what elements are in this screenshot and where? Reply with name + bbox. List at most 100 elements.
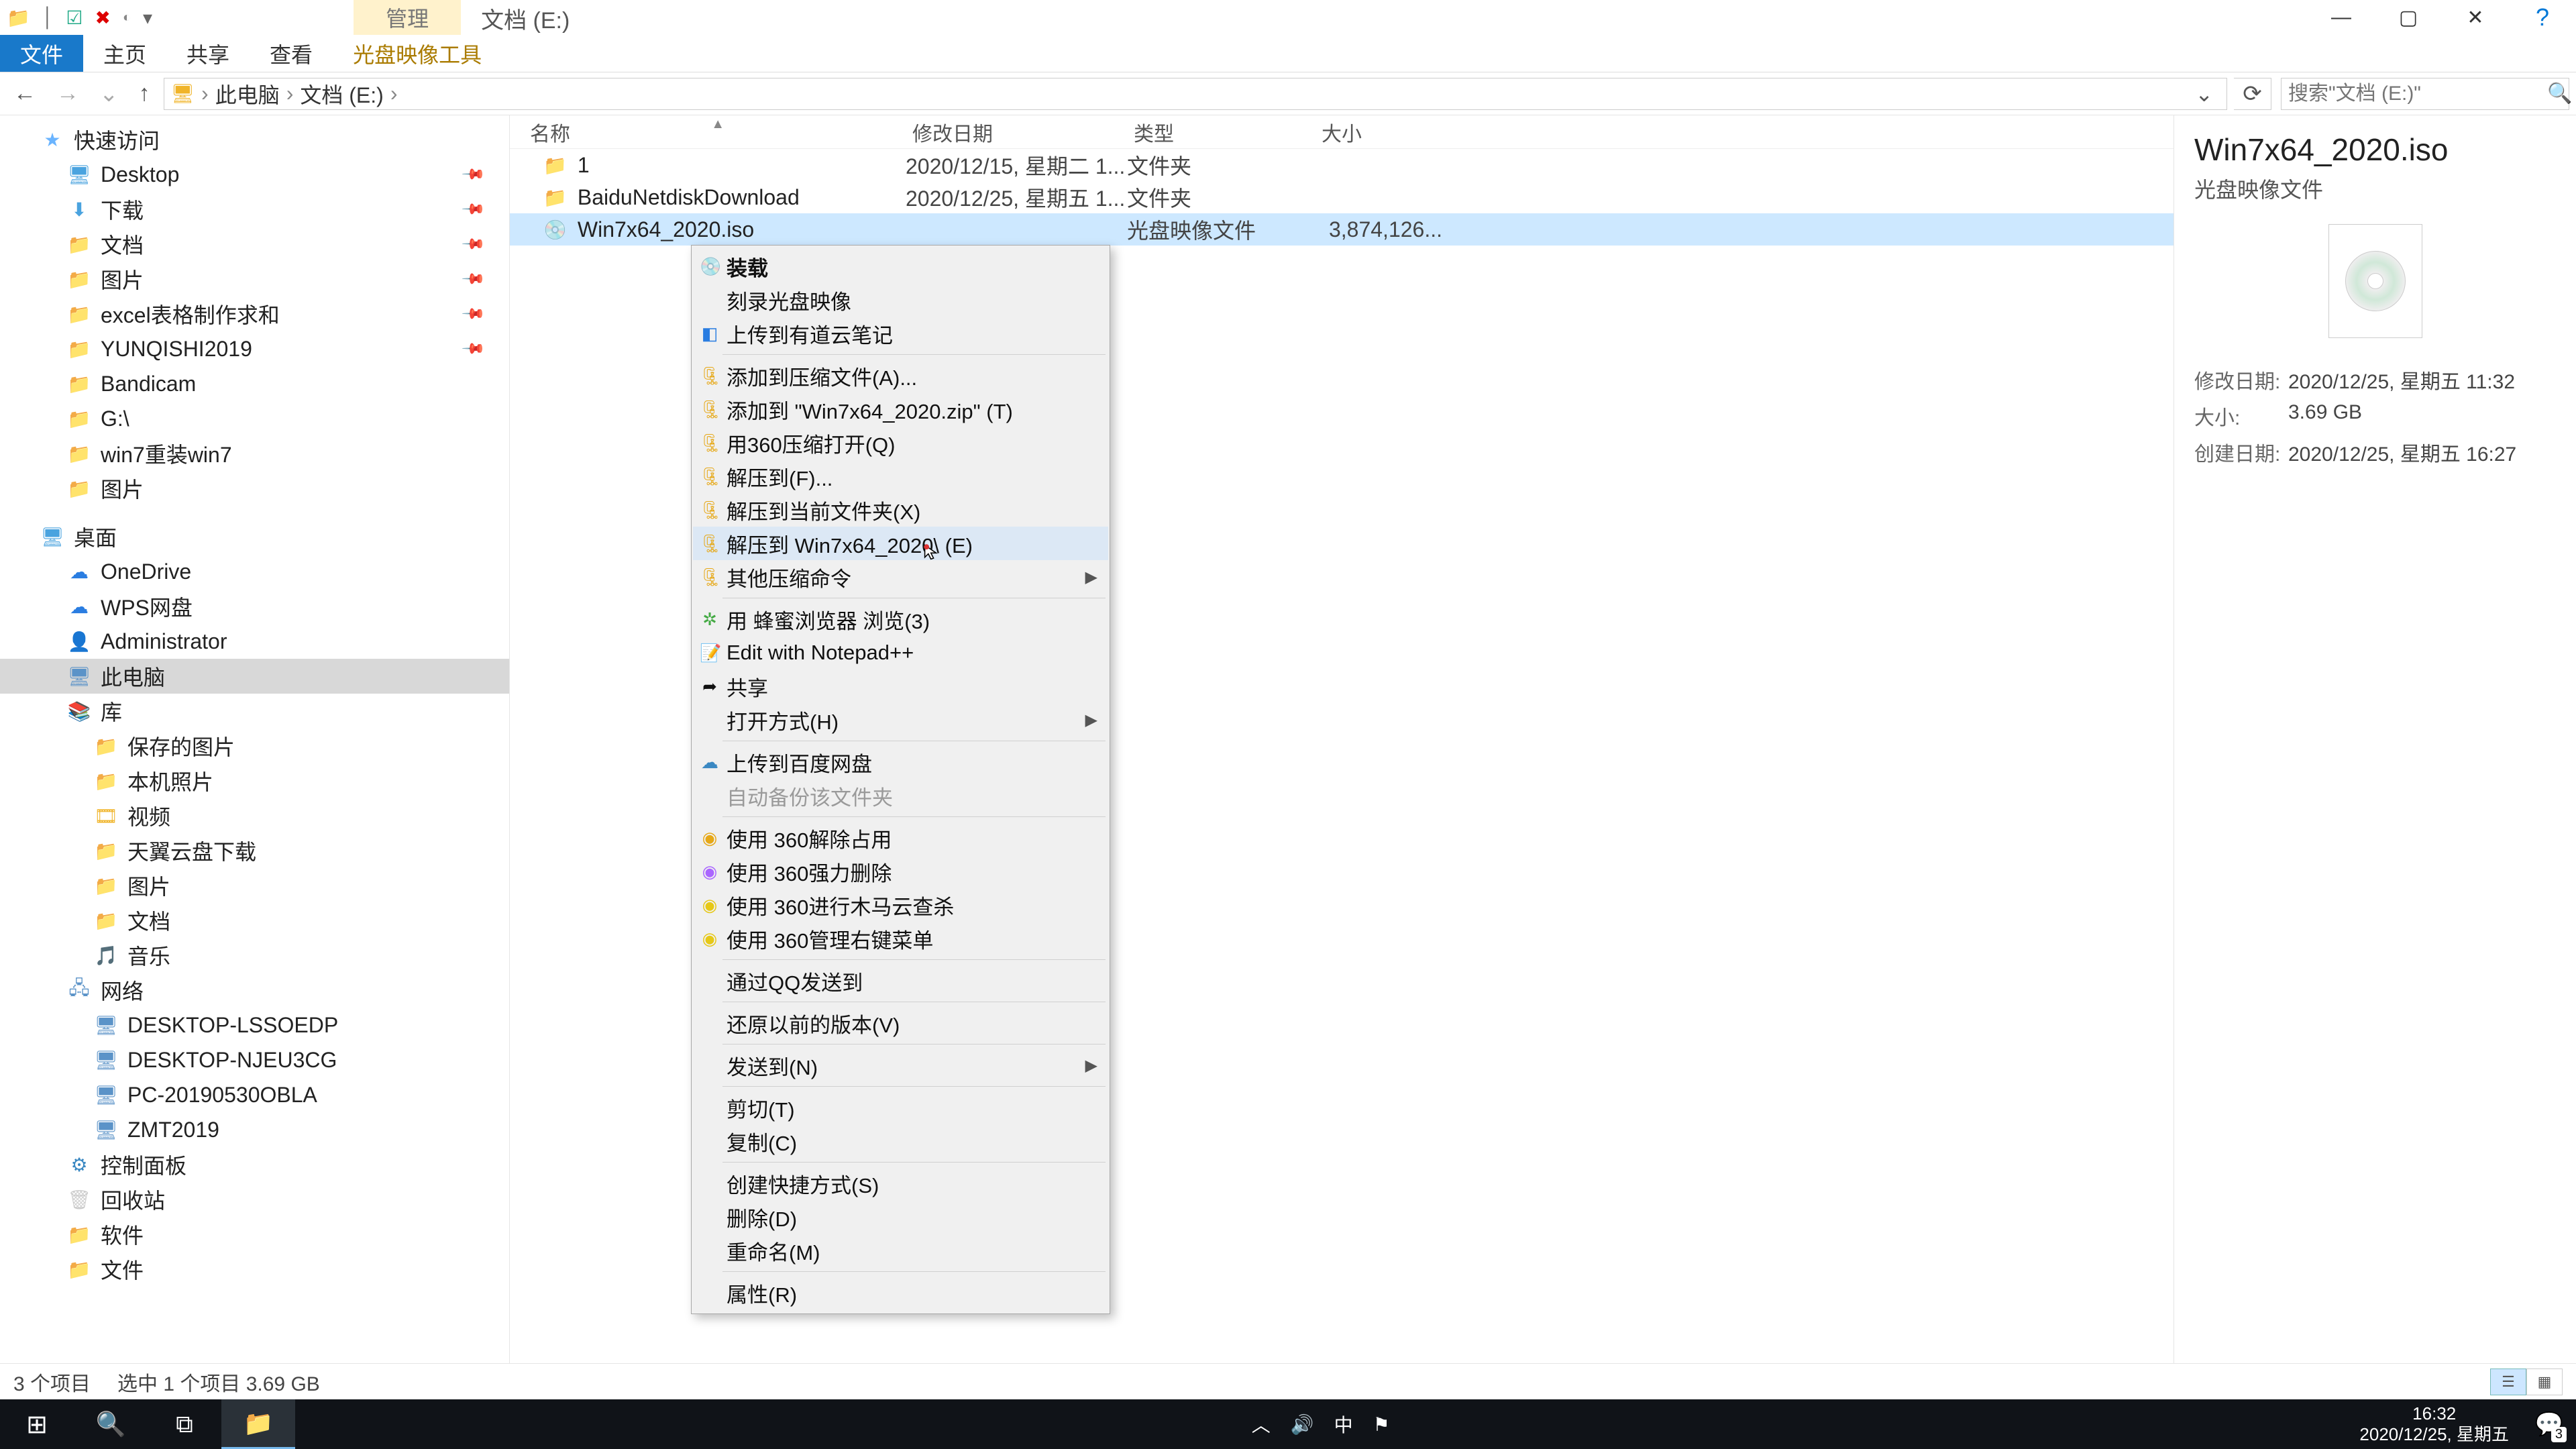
ctx-open-360[interactable]: 🗜用360压缩打开(Q) bbox=[693, 426, 1108, 460]
nav-videos[interactable]: 🎞视频 bbox=[0, 798, 509, 833]
ctx-extract-named[interactable]: 🗜解压到 Win7x64_2020\ (E) bbox=[693, 527, 1108, 560]
ctx-open-with[interactable]: 打开方式(H)▶ bbox=[693, 703, 1108, 737]
tab-file[interactable]: 文件 bbox=[0, 35, 83, 72]
ctx-extract-here[interactable]: 🗜解压到当前文件夹(X) bbox=[693, 493, 1108, 527]
search-box[interactable]: 🔍 bbox=[2281, 78, 2569, 110]
nav-pc-2[interactable]: 🖥DESKTOP-NJEU3CG bbox=[0, 1042, 509, 1077]
nav-tyy-download[interactable]: 📁天翼云盘下载 bbox=[0, 833, 509, 868]
nav-yunqishi[interactable]: 📁YUNQISHI2019📌 bbox=[0, 331, 509, 366]
nav-recycle-bin[interactable]: 🗑回收站 bbox=[0, 1182, 509, 1217]
context-tab-manage[interactable]: 管理 bbox=[354, 0, 461, 35]
ctx-rename[interactable]: 重命名(M) bbox=[693, 1234, 1108, 1267]
ctx-youdao[interactable]: ◧上传到有道云笔记 bbox=[693, 317, 1108, 350]
ctx-cut[interactable]: 剪切(T) bbox=[693, 1091, 1108, 1124]
nav-saved-pictures[interactable]: 📁保存的图片 bbox=[0, 729, 509, 763]
qat-undo-icon[interactable]: ◐ bbox=[123, 10, 131, 25]
volume-icon[interactable]: 🔊 bbox=[1291, 1413, 1314, 1436]
search-input[interactable] bbox=[2288, 83, 2547, 105]
ctx-qq-send[interactable]: 通过QQ发送到 bbox=[693, 964, 1108, 998]
ctx-add-zip[interactable]: 🗜添加到 "Win7x64_2020.zip" (T) bbox=[693, 392, 1108, 426]
refresh-button[interactable]: ⟳ bbox=[2234, 78, 2271, 110]
close-button[interactable]: ✕ bbox=[2442, 0, 2509, 35]
taskbar[interactable]: ⊞ 🔍 ⧉ 📁 ︿ 🔊 中 ⚑ 16:32 2020/12/25, 星期五 💬3 bbox=[0, 1399, 2576, 1449]
recent-dropdown[interactable]: ⌄ bbox=[99, 80, 119, 107]
security-icon[interactable]: ⚑ bbox=[1373, 1413, 1390, 1436]
file-row[interactable]: 📁1 2020/12/15, 星期二 1... 文件夹 bbox=[510, 149, 2174, 181]
task-view-button[interactable]: ⧉ bbox=[148, 1399, 221, 1449]
address-dropdown[interactable]: ⌄ bbox=[2188, 81, 2220, 107]
nav-pictures-3[interactable]: 📁图片 bbox=[0, 868, 509, 903]
ctx-create-shortcut[interactable]: 创建快捷方式(S) bbox=[693, 1167, 1108, 1200]
ctx-share[interactable]: ➦共享 bbox=[693, 669, 1108, 703]
ctx-360-trojan-scan[interactable]: ◉使用 360进行木马云查杀 bbox=[693, 888, 1108, 922]
nav-pc-3[interactable]: 🖥PC-20190530OBLA bbox=[0, 1077, 509, 1112]
nav-downloads[interactable]: ⬇下载📌 bbox=[0, 192, 509, 227]
ctx-restore-versions[interactable]: 还原以前的版本(V) bbox=[693, 1006, 1108, 1040]
nav-documents-2[interactable]: 📁文档 bbox=[0, 903, 509, 938]
crumb-root[interactable]: 此电脑 bbox=[215, 78, 280, 109]
breadcrumb[interactable]: 🖥 › 此电脑 › 文档 (E:) › ⌄ bbox=[164, 78, 2228, 110]
nav-desktop[interactable]: 🖥Desktop📌 bbox=[0, 157, 509, 192]
system-tray[interactable]: ︿ 🔊 中 ⚑ bbox=[1245, 1411, 1397, 1438]
navigation-pane[interactable]: ★快速访问 🖥Desktop📌 ⬇下载📌 📁文档📌 📁图片📌 📁excel表格制… bbox=[0, 115, 510, 1363]
ctx-360-manage-menu[interactable]: ◉使用 360管理右键菜单 bbox=[693, 922, 1108, 955]
nav-network[interactable]: 🖧网络 bbox=[0, 973, 509, 1008]
qat-dropdown-icon[interactable]: ▾ bbox=[143, 7, 152, 29]
nav-this-pc[interactable]: 🖥此电脑 bbox=[0, 659, 509, 694]
nav-win7-reinstall[interactable]: 📁win7重装win7 bbox=[0, 436, 509, 471]
nav-software[interactable]: 📁软件 bbox=[0, 1217, 509, 1252]
nav-wps[interactable]: ☁WPS网盘 bbox=[0, 589, 509, 624]
nav-pictures[interactable]: 📁图片📌 bbox=[0, 262, 509, 297]
ctx-properties[interactable]: 属性(R) bbox=[693, 1276, 1108, 1309]
nav-music[interactable]: 🎵音乐 bbox=[0, 938, 509, 973]
nav-bandicam[interactable]: 📁Bandicam bbox=[0, 366, 509, 401]
nav-quick-access[interactable]: ★快速访问 bbox=[0, 122, 509, 157]
tab-disc-image-tools[interactable]: 光盘映像工具 bbox=[333, 35, 502, 72]
nav-desktop-category[interactable]: 🖥桌面 bbox=[0, 519, 509, 554]
nav-local-photos[interactable]: 📁本机照片 bbox=[0, 763, 509, 798]
ctx-burn[interactable]: 刻录光盘映像 bbox=[693, 283, 1108, 317]
taskbar-clock[interactable]: 16:32 2020/12/25, 星期五 bbox=[2346, 1403, 2522, 1445]
ime-indicator[interactable]: 中 bbox=[1334, 1411, 1353, 1438]
nav-pc-4[interactable]: 🖥ZMT2019 bbox=[0, 1112, 509, 1147]
qat-properties-icon[interactable]: ☑ bbox=[66, 7, 83, 29]
ctx-bee-browser[interactable]: ✲用 蜂蜜浏览器 浏览(3) bbox=[693, 602, 1108, 636]
ctx-notepad-plus[interactable]: 📝Edit with Notepad++ bbox=[693, 636, 1108, 669]
ctx-mount[interactable]: 💿装载 bbox=[693, 250, 1108, 283]
qat-delete-icon[interactable]: ✖ bbox=[95, 7, 110, 29]
ctx-extract-to[interactable]: 🗜解压到(F)... bbox=[693, 460, 1108, 493]
nav-admin[interactable]: 👤Administrator bbox=[0, 624, 509, 659]
tab-share[interactable]: 共享 bbox=[166, 35, 250, 72]
ctx-delete[interactable]: 删除(D) bbox=[693, 1200, 1108, 1234]
nav-excel-folder[interactable]: 📁excel表格制作求和📌 bbox=[0, 297, 509, 331]
nav-onedrive[interactable]: ☁OneDrive bbox=[0, 554, 509, 589]
nav-libraries[interactable]: 📚库 bbox=[0, 694, 509, 729]
crumb-drive[interactable]: 文档 (E:) bbox=[300, 78, 383, 109]
action-center-button[interactable]: 💬3 bbox=[2522, 1399, 2576, 1449]
maximize-button[interactable]: ▢ bbox=[2375, 0, 2442, 35]
nav-g-drive[interactable]: 📁G:\ bbox=[0, 401, 509, 436]
tab-home[interactable]: 主页 bbox=[83, 35, 166, 72]
minimize-button[interactable]: — bbox=[2308, 0, 2375, 35]
nav-documents[interactable]: 📁文档📌 bbox=[0, 227, 509, 262]
col-size[interactable]: 大小 bbox=[1315, 117, 1469, 147]
ctx-other-compress[interactable]: 🗜其他压缩命令▶ bbox=[693, 560, 1108, 594]
explorer-taskbar-button[interactable]: 📁 bbox=[221, 1399, 295, 1449]
ctx-copy[interactable]: 复制(C) bbox=[693, 1124, 1108, 1158]
nav-pc-1[interactable]: 🖥DESKTOP-LSSOEDP bbox=[0, 1008, 509, 1042]
help-button[interactable]: ? bbox=[2509, 0, 2576, 35]
column-headers[interactable]: 名称▲ 修改日期 类型 大小 bbox=[510, 115, 2174, 149]
col-name[interactable]: 名称▲ bbox=[510, 117, 906, 147]
tray-chevron-icon[interactable]: ︿ bbox=[1252, 1411, 1271, 1438]
view-icons-button[interactable]: ▦ bbox=[2526, 1368, 2563, 1395]
ctx-360-unlock[interactable]: ◉使用 360解除占用 bbox=[693, 821, 1108, 855]
search-button[interactable]: 🔍 bbox=[74, 1399, 148, 1449]
nav-control-panel[interactable]: ⚙控制面板 bbox=[0, 1147, 509, 1182]
start-button[interactable]: ⊞ bbox=[0, 1399, 74, 1449]
col-date[interactable]: 修改日期 bbox=[906, 117, 1127, 147]
tab-view[interactable]: 查看 bbox=[250, 35, 333, 72]
col-type[interactable]: 类型 bbox=[1127, 117, 1315, 147]
ctx-add-archive[interactable]: 🗜添加到压缩文件(A)... bbox=[693, 359, 1108, 392]
file-row[interactable]: 📁BaiduNetdiskDownload 2020/12/25, 星期五 1.… bbox=[510, 181, 2174, 213]
back-button[interactable]: ← bbox=[13, 80, 36, 107]
